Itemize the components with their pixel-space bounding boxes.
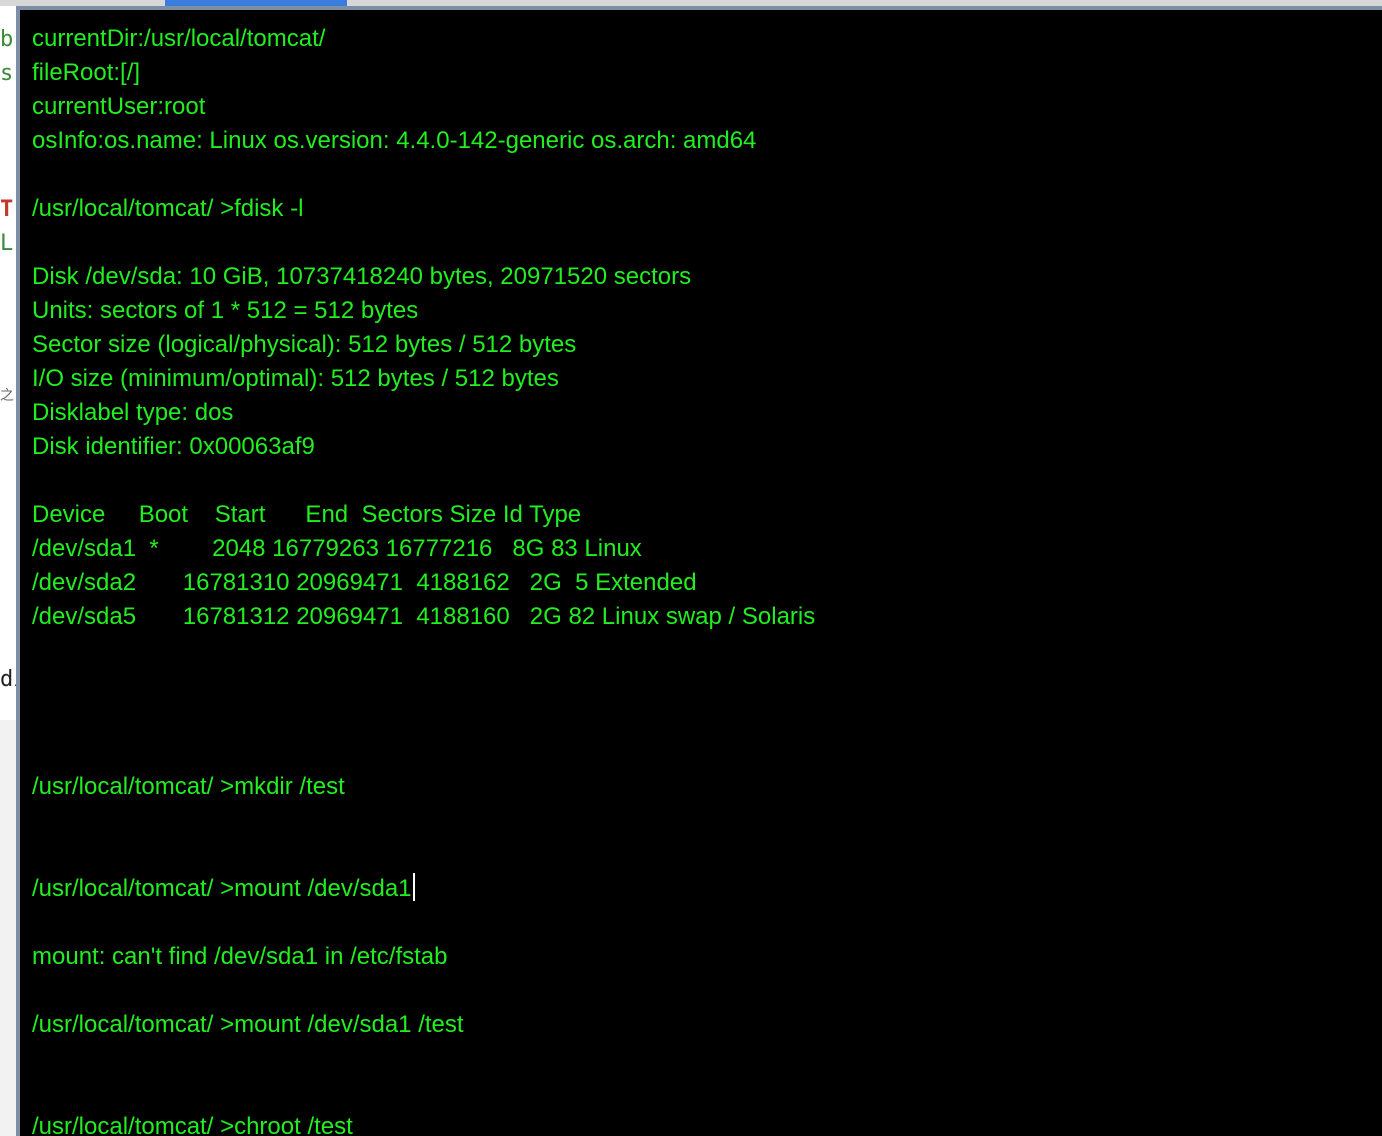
terminal-output[interactable]: currentDir:/usr/local/tomcat/fileRoot:[/… [32,22,815,1136]
terminal-line: Device Boot Start End Sectors Size Id Ty… [32,498,815,532]
terminal-line-text: I/O size (minimum/optimal): 512 bytes / … [32,365,559,392]
terminal-line-text: /usr/local/tomcat/ >mount /dev/sda1 /tes… [32,1011,464,1038]
terminal-line-text: osInfo:os.name: Linux os.version: 4.4.0-… [32,127,757,154]
terminal-line-text: /dev/sda2 16781310 20969471 4188162 2G 5… [32,569,697,596]
background-fragment: 之 [0,388,14,404]
terminal-line-text: Units: sectors of 1 * 512 = 512 bytes [32,297,419,324]
screen: b s T L 之 di currentDir:/usr/local/tomca… [0,0,1382,1136]
terminal-line: currentDir:/usr/local/tomcat/ [32,22,815,56]
background-window-panel [0,0,16,720]
background-fragment: b [0,27,14,52]
terminal-line-text: currentDir:/usr/local/tomcat/ [32,25,326,52]
terminal-line: /usr/local/tomcat/ >mkdir /test [32,770,815,804]
terminal-line-text: /usr/local/tomcat/ >fdisk -l [32,195,304,222]
terminal-line: /usr/local/tomcat/ >mount /dev/sda1 /tes… [32,1008,815,1042]
text-cursor [412,873,415,901]
terminal-line: I/O size (minimum/optimal): 512 bytes / … [32,362,815,396]
terminal-line-text: /usr/local/tomcat/ >mount /dev/sda1 [32,875,412,902]
terminal-line-text: /dev/sda1 * 2048 16779263 16777216 8G 83… [32,535,642,562]
background-fragment: T [0,197,14,222]
background-window[interactable]: b s T L 之 di [0,0,16,1136]
terminal-line-text: Device Boot Start End Sectors Size Id Ty… [32,501,582,528]
terminal-line-text: Sector size (logical/physical): 512 byte… [32,331,577,358]
background-fragment: L [0,231,14,256]
terminal-line-text: mount: can't find /dev/sda1 in /etc/fsta… [32,943,448,970]
terminal-line: Units: sectors of 1 * 512 = 512 bytes [32,294,815,328]
terminal-line: /usr/local/tomcat/ >chroot /test [32,1110,815,1136]
terminal[interactable]: currentDir:/usr/local/tomcat/fileRoot:[/… [20,10,1382,1136]
terminal-line: mount: can't find /dev/sda1 in /etc/fsta… [32,940,815,974]
terminal-line: Disk /dev/sda: 10 GiB, 10737418240 bytes… [32,260,815,294]
terminal-line-text: currentUser:root [32,93,206,120]
terminal-line: Disklabel type: dos [32,396,815,430]
terminal-line-text: Disklabel type: dos [32,399,234,426]
terminal-line: /dev/sda5 16781312 20969471 4188160 2G 8… [32,600,815,634]
terminal-line: /dev/sda2 16781310 20969471 4188162 2G 5… [32,566,815,600]
terminal-line-text: /usr/local/tomcat/ >mkdir /test [32,773,345,800]
terminal-line: /usr/local/tomcat/ >fdisk -l [32,192,815,226]
background-fragment: s [0,61,14,86]
terminal-line: /usr/local/tomcat/ >mount /dev/sda1 [32,872,815,906]
terminal-line: /dev/sda1 * 2048 16779263 16777216 8G 83… [32,532,815,566]
terminal-line-text: Disk identifier: 0x00063af9 [32,433,315,460]
terminal-line: osInfo:os.name: Linux os.version: 4.4.0-… [32,124,815,158]
terminal-line-text: Disk /dev/sda: 10 GiB, 10737418240 bytes… [32,263,692,290]
terminal-line-text: /usr/local/tomcat/ >chroot /test [32,1113,353,1136]
terminal-line: Sector size (logical/physical): 512 byte… [32,328,815,362]
terminal-line: fileRoot:[/] [32,56,815,90]
terminal-line-text: fileRoot:[/] [32,59,141,86]
background-fragment: di [0,667,16,692]
terminal-line: currentUser:root [32,90,815,124]
terminal-window-frame: currentDir:/usr/local/tomcat/fileRoot:[/… [16,6,1382,1136]
terminal-line: Disk identifier: 0x00063af9 [32,430,815,464]
terminal-line-text: /dev/sda5 16781312 20969471 4188160 2G 8… [32,603,816,630]
